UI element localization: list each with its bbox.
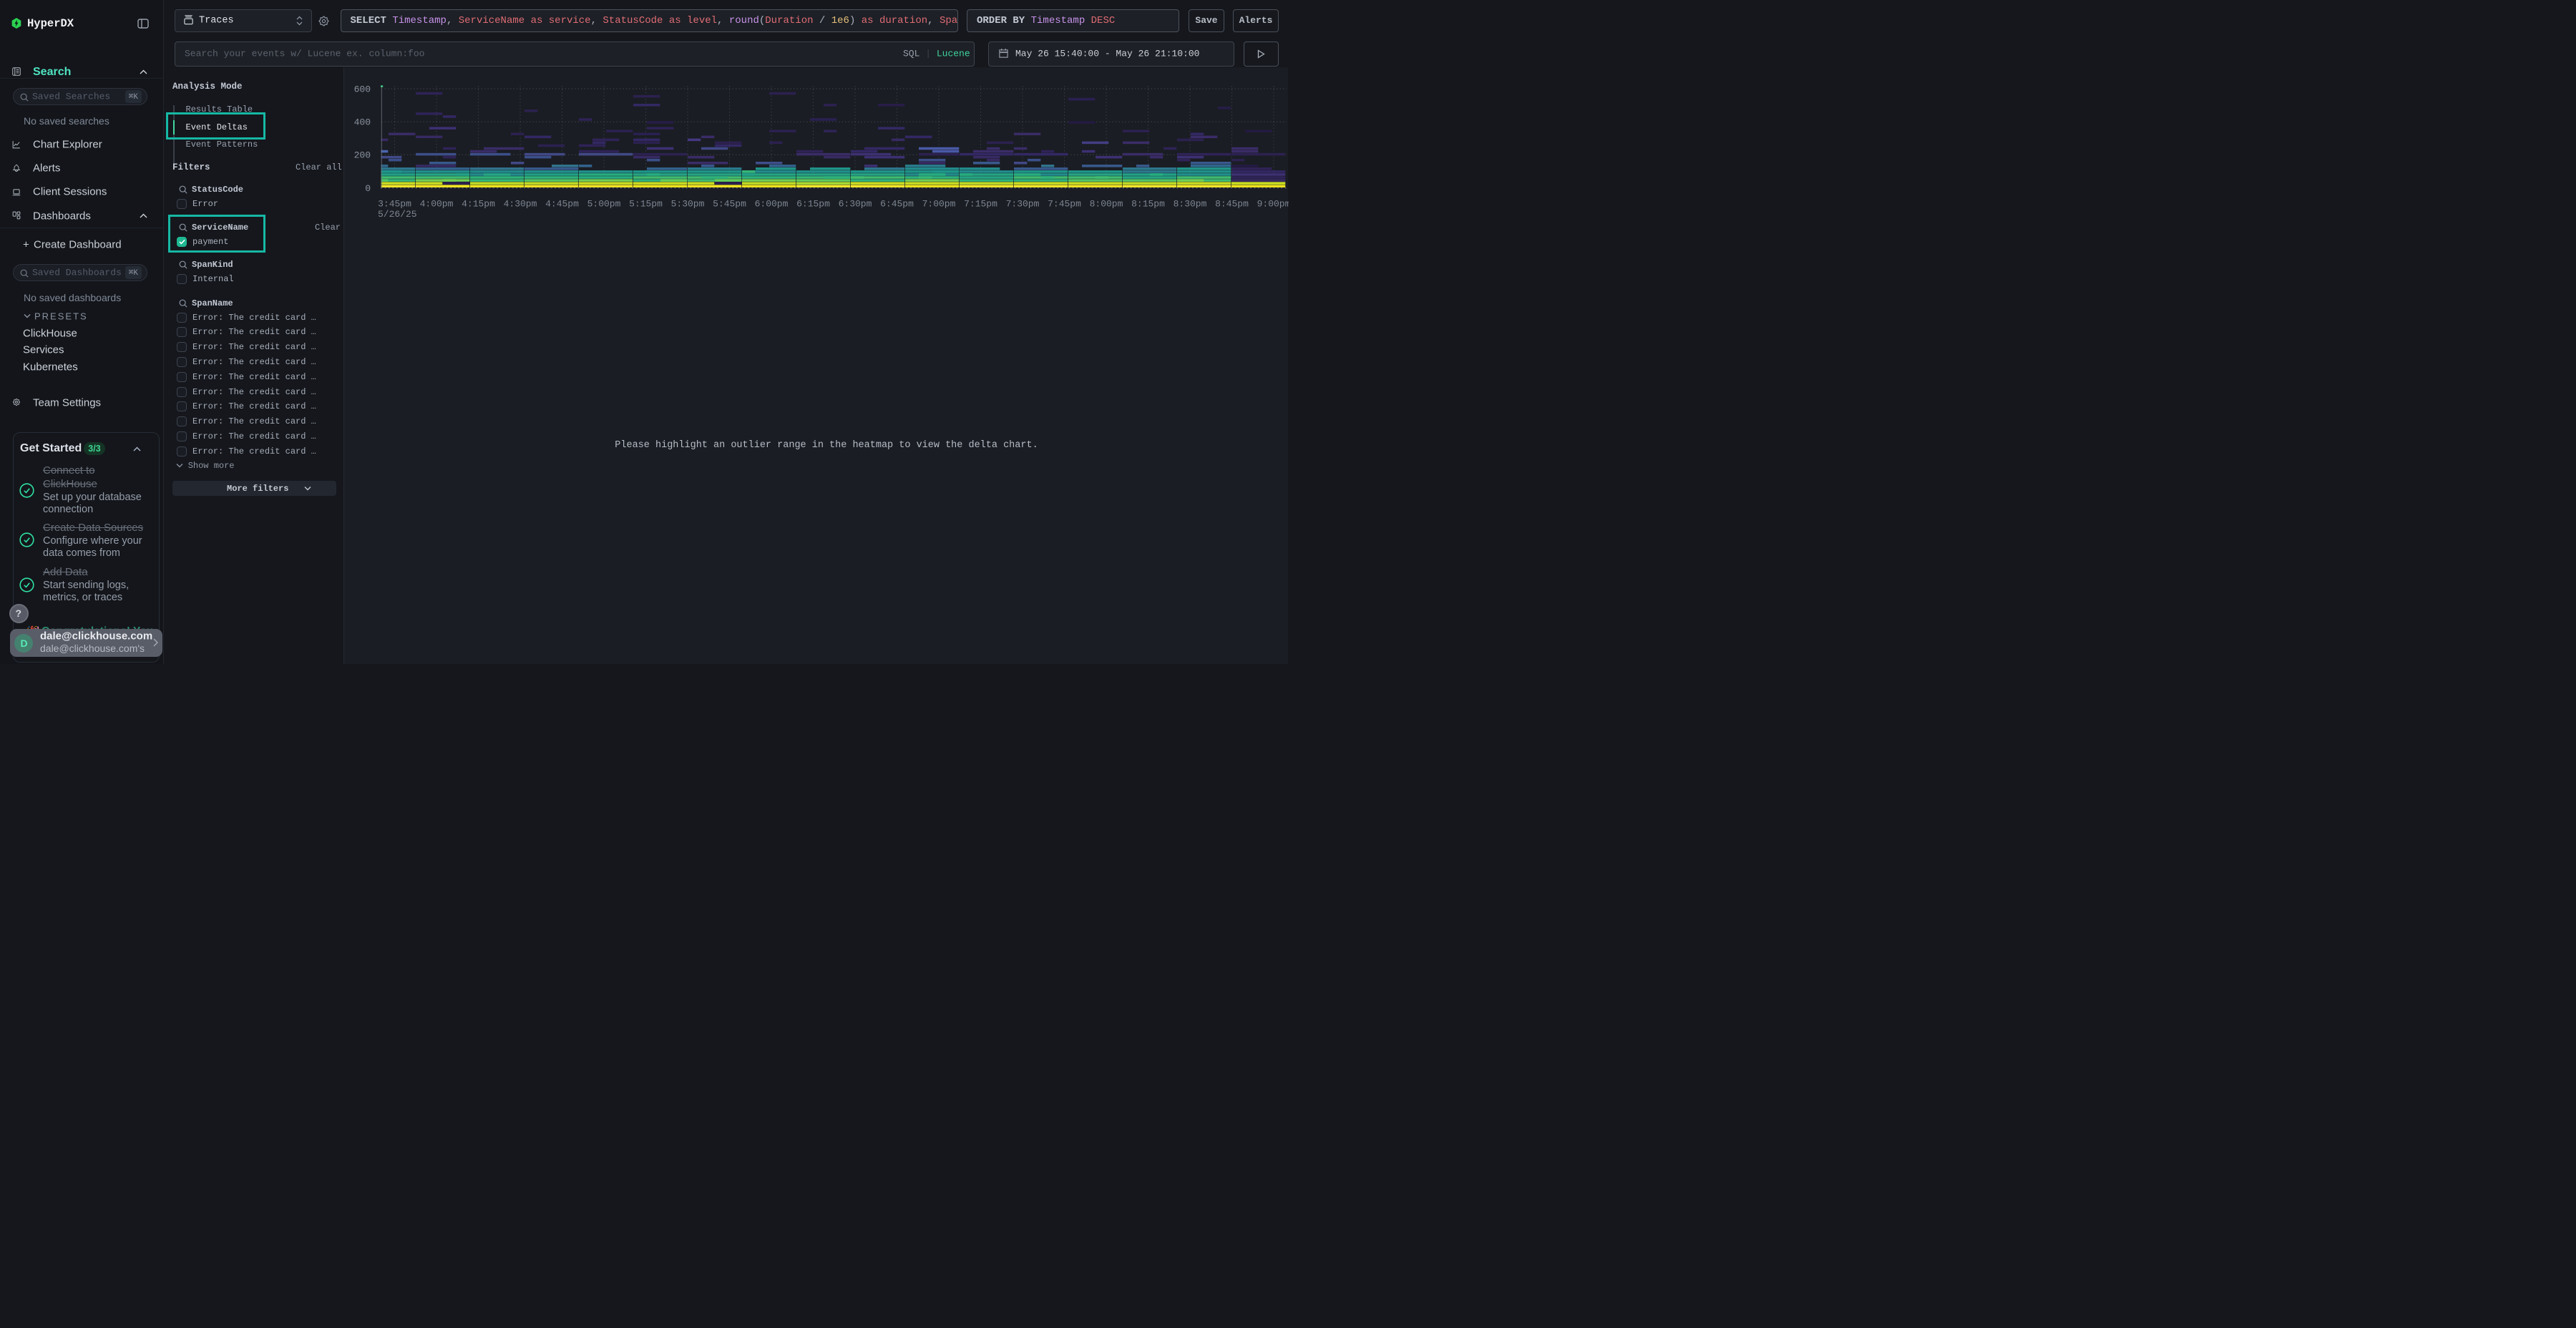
svg-text:5/26/25: 5/26/25 (378, 209, 417, 220)
svg-text:6:30pm: 6:30pm (839, 199, 872, 210)
svg-text:7:30pm: 7:30pm (1006, 199, 1040, 210)
svg-text:5:15pm: 5:15pm (629, 199, 663, 210)
svg-text:5:45pm: 5:45pm (713, 199, 746, 210)
svg-text:4:30pm: 4:30pm (504, 199, 537, 210)
svg-text:9:00pm: 9:00pm (1257, 199, 1289, 210)
svg-text:6:15pm: 6:15pm (796, 199, 830, 210)
svg-text:600: 600 (354, 84, 371, 94)
svg-text:3:45pm: 3:45pm (378, 199, 411, 210)
svg-text:7:45pm: 7:45pm (1048, 199, 1081, 210)
svg-text:7:00pm: 7:00pm (922, 199, 956, 210)
svg-text:5:00pm: 5:00pm (587, 199, 621, 210)
svg-text:200: 200 (354, 150, 371, 161)
svg-text:8:00pm: 8:00pm (1090, 199, 1123, 210)
svg-text:4:15pm: 4:15pm (462, 199, 495, 210)
svg-text:8:15pm: 8:15pm (1131, 199, 1165, 210)
svg-text:8:30pm: 8:30pm (1174, 199, 1207, 210)
svg-text:5:30pm: 5:30pm (671, 199, 705, 210)
svg-text:0: 0 (365, 183, 371, 194)
svg-text:4:45pm: 4:45pm (545, 199, 579, 210)
svg-text:Please highlight an outlier ra: Please highlight an outlier range in the… (615, 440, 1038, 451)
svg-text:400: 400 (354, 117, 371, 128)
svg-text:6:00pm: 6:00pm (755, 199, 789, 210)
svg-text:6:45pm: 6:45pm (880, 199, 914, 210)
svg-text:4:00pm: 4:00pm (420, 199, 454, 210)
svg-text:7:15pm: 7:15pm (964, 199, 997, 210)
svg-text:8:45pm: 8:45pm (1215, 199, 1249, 210)
